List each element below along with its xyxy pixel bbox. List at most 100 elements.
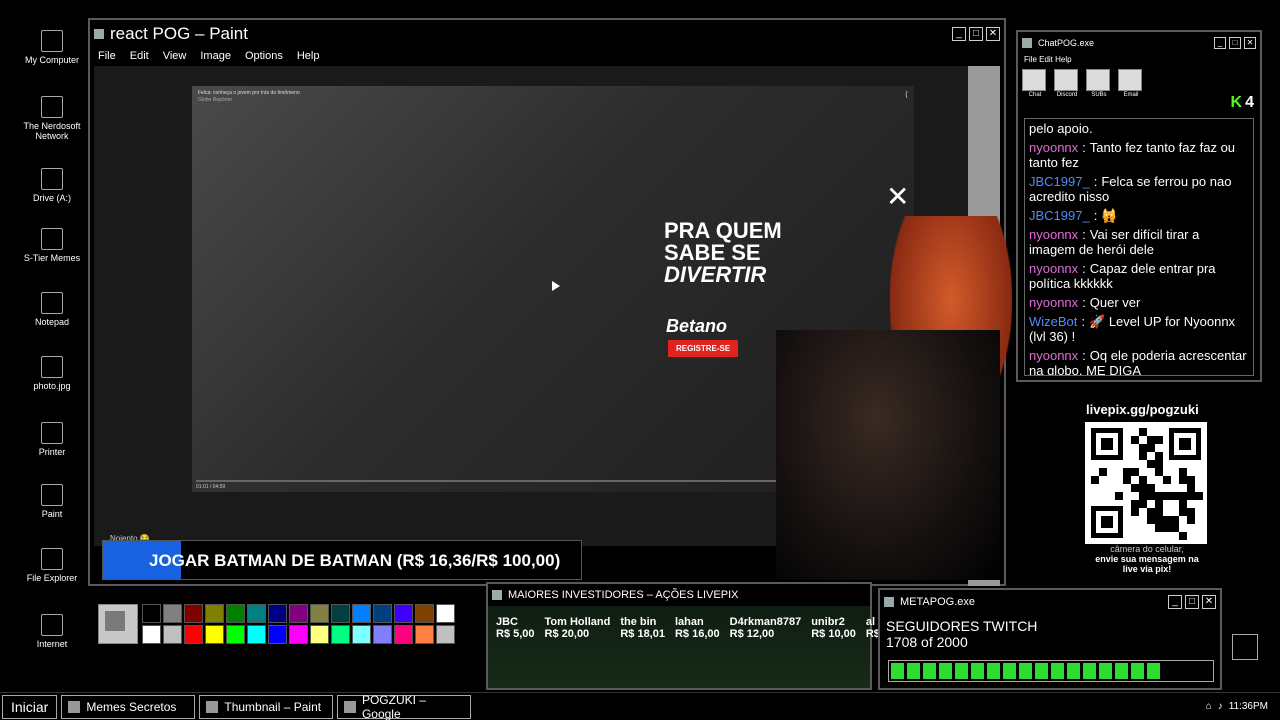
palette-swatch[interactable]: [163, 625, 182, 644]
paint-titlebar[interactable]: react POG – Paint _ □ ✕: [90, 20, 1004, 48]
palette-swatch[interactable]: [247, 625, 266, 644]
investor-item: the bin R$ 18,01: [620, 616, 665, 640]
chat-titlebar[interactable]: ChatPOG.exe _ □ ✕: [1018, 32, 1260, 54]
palette-swatch[interactable]: [373, 625, 392, 644]
desktop-icon[interactable]: File Explorer: [22, 548, 82, 583]
palette-swatch[interactable]: [289, 625, 308, 644]
palette-swatch[interactable]: [247, 604, 266, 623]
palette-swatch[interactable]: [142, 604, 161, 623]
palette-swatch[interactable]: [184, 625, 203, 644]
desktop-icon[interactable]: Drive (A:): [22, 168, 82, 203]
desktop-icon[interactable]: Internet: [22, 614, 82, 649]
menu-item[interactable]: Image: [200, 50, 231, 62]
chat-username[interactable]: nyoonnx: [1029, 140, 1078, 155]
desktop-icon[interactable]: My Computer: [22, 30, 82, 65]
clock: 11:36PM: [1228, 701, 1268, 712]
chat-log[interactable]: pelo apoio. nyoonnx: Tanto fez tanto faz f…: [1024, 118, 1254, 376]
qr-module: [1187, 476, 1195, 484]
chat-tool-email[interactable]: Email: [1118, 69, 1144, 98]
palette-swatch[interactable]: [436, 625, 455, 644]
investor-value: R$ 18,01: [620, 628, 665, 640]
chat-tool-subs[interactable]: SUBs: [1086, 69, 1112, 98]
investors-titlebar[interactable]: MAIORES INVESTIDORES – AÇÕES LIVEPIX: [488, 584, 870, 606]
close-button[interactable]: ✕: [986, 27, 1000, 41]
metapog-app-icon: [884, 597, 894, 607]
close-button[interactable]: ✕: [1244, 37, 1256, 49]
palette-swatch[interactable]: [352, 625, 371, 644]
chat-username[interactable]: nyoonnx: [1029, 227, 1078, 242]
chat-username[interactable]: JBC1997_: [1029, 208, 1090, 223]
menu-item[interactable]: View: [163, 50, 187, 62]
palette-swatch[interactable]: [163, 604, 182, 623]
menu-item[interactable]: Help: [297, 50, 320, 62]
qr-module: [1147, 516, 1155, 524]
palette-swatch[interactable]: [268, 625, 287, 644]
minimize-button[interactable]: _: [952, 27, 966, 41]
menu-item[interactable]: File: [98, 50, 116, 62]
minimize-button[interactable]: _: [1214, 37, 1226, 49]
chat-tool-discord[interactable]: Discord: [1054, 69, 1080, 98]
chat-tool-label: SUBs: [1091, 92, 1107, 98]
chat-username[interactable]: nyoonnx: [1029, 295, 1078, 310]
palette-swatch[interactable]: [268, 604, 287, 623]
palette-swatch[interactable]: [415, 604, 434, 623]
chat-menubar[interactable]: File Edit Help: [1018, 54, 1260, 65]
kick-badge: K4: [1231, 94, 1254, 112]
ad-register-button[interactable]: REGISTRE-SE: [668, 340, 739, 357]
palette-swatch[interactable]: [142, 625, 161, 644]
desktop-icon[interactable]: Printer: [22, 422, 82, 457]
metapog-titlebar[interactable]: METAPOG.exe _ □ ✕: [880, 590, 1220, 614]
palette-swatch[interactable]: [394, 604, 413, 623]
palette-swatch[interactable]: [394, 625, 413, 644]
desktop-icon[interactable]: Paint: [22, 484, 82, 519]
desktop-icon-label: S-Tier Memes: [23, 253, 81, 263]
qr-module: [1155, 500, 1163, 508]
close-button[interactable]: ✕: [1202, 595, 1216, 609]
maximize-button[interactable]: □: [1229, 37, 1241, 49]
taskbar-button[interactable]: POGZUKI – Google: [337, 693, 472, 720]
palette-swatch[interactable]: [352, 604, 371, 623]
investor-value: R$ 12,00: [729, 628, 775, 640]
desktop-icon[interactable]: The Nerdosoft Network: [22, 96, 82, 141]
palette-swatch[interactable]: [310, 625, 329, 644]
palette-swatch[interactable]: [205, 604, 224, 623]
palette-swatch[interactable]: [184, 604, 203, 623]
volume-icon[interactable]: ♪: [1218, 701, 1223, 712]
maximize-button[interactable]: □: [969, 27, 983, 41]
ad-line-3: DIVERTIR: [664, 262, 767, 287]
palette-swatch[interactable]: [226, 625, 245, 644]
recycle-bin-icon[interactable]: [1232, 634, 1258, 660]
investors-title: MAIORES INVESTIDORES – AÇÕES LIVEPIX: [508, 589, 739, 601]
chat-username[interactable]: WizeBot: [1029, 314, 1077, 329]
desktop-icon[interactable]: S-Tier Memes: [22, 228, 82, 263]
desktop-icon[interactable]: photo.jpg: [22, 356, 82, 391]
chat-username[interactable]: JBC1997_: [1029, 174, 1090, 189]
chat-username[interactable]: nyoonnx: [1029, 348, 1078, 363]
palette-swatch[interactable]: [226, 604, 245, 623]
palette-swatch[interactable]: [331, 625, 350, 644]
start-button[interactable]: Iniciar: [2, 694, 58, 719]
palette-swatch[interactable]: [436, 604, 455, 623]
palette-swatch[interactable]: [310, 604, 329, 623]
close-icon[interactable]: ✕: [886, 180, 909, 213]
chat-tool-chat[interactable]: Chat: [1022, 69, 1048, 98]
palette-swatch[interactable]: [373, 604, 392, 623]
menu-item[interactable]: Options: [245, 50, 283, 62]
network-icon[interactable]: ⌂: [1206, 701, 1212, 712]
taskbar-button[interactable]: Thumbnail – Paint: [199, 694, 334, 719]
goal-banner: JOGAR BATMAN DE BATMAN (R$ 16,36/R$ 100,…: [102, 540, 582, 580]
chat-username[interactable]: nyoonnx: [1029, 261, 1078, 276]
share-icon[interactable]: ⟨: [905, 90, 908, 99]
palette-swatch[interactable]: [289, 604, 308, 623]
palette-swatch[interactable]: [205, 625, 224, 644]
current-color[interactable]: [98, 604, 138, 644]
desktop-icon[interactable]: Notepad: [22, 292, 82, 327]
palette-swatch[interactable]: [331, 604, 350, 623]
maximize-button[interactable]: □: [1185, 595, 1199, 609]
menu-item[interactable]: Edit: [130, 50, 149, 62]
play-icon[interactable]: [552, 281, 560, 291]
qr-finder: [1169, 428, 1201, 460]
palette-swatch[interactable]: [415, 625, 434, 644]
minimize-button[interactable]: _: [1168, 595, 1182, 609]
taskbar-button[interactable]: Memes Secretos: [61, 694, 196, 719]
